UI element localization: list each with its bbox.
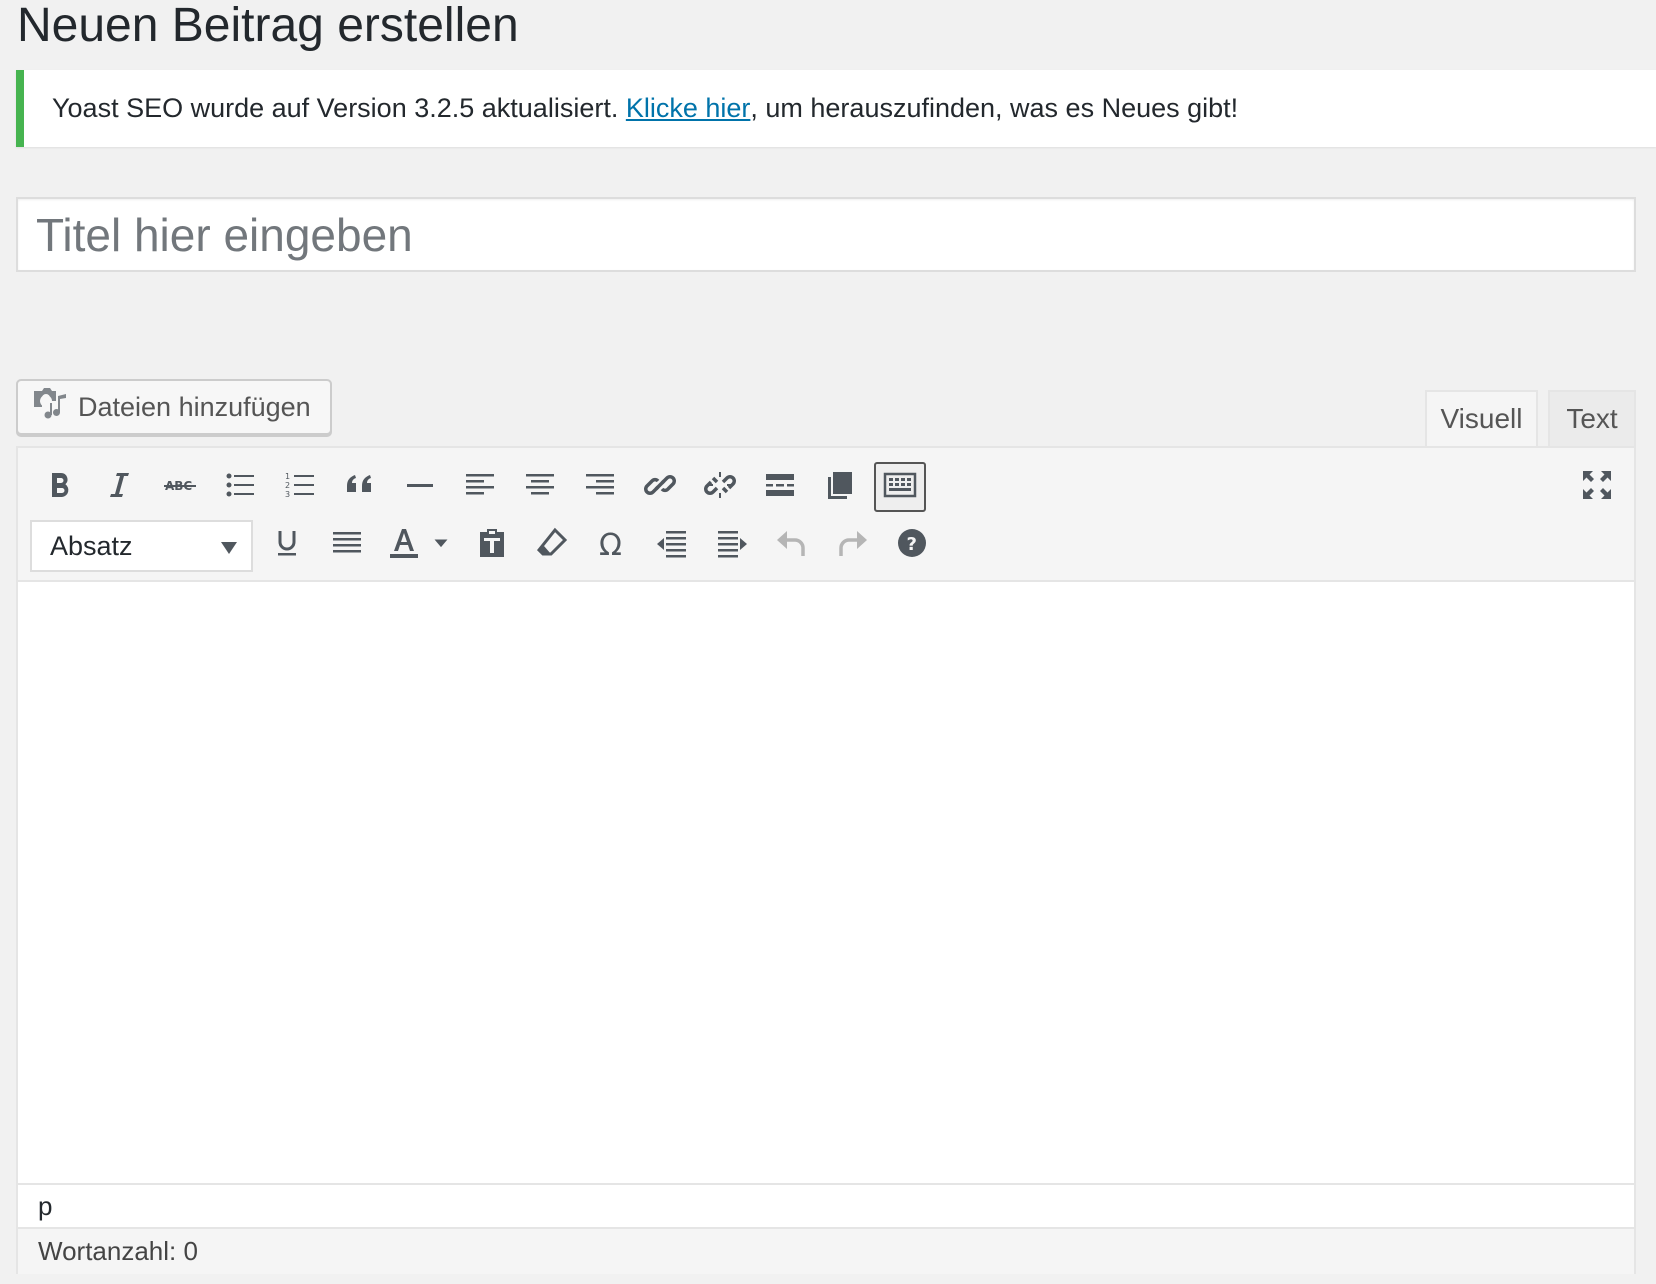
editor-container: ABC 123 Absatz Ω ? p Wortanzahl: 0 xyxy=(16,446,1636,1274)
help-button[interactable]: ? xyxy=(886,520,938,570)
post-title-input[interactable] xyxy=(18,199,1634,270)
insert-link-icon xyxy=(643,468,677,507)
svg-text:Ω: Ω xyxy=(599,528,622,560)
underline-button[interactable] xyxy=(261,520,313,570)
italic-button[interactable] xyxy=(94,462,146,512)
word-count: Wortanzahl: 0 xyxy=(18,1227,1634,1274)
remove-link-button[interactable] xyxy=(694,462,746,512)
paste-as-text-icon xyxy=(475,526,509,565)
format-select-value: Absatz xyxy=(50,530,133,561)
page-title: Neuen Beitrag erstellen xyxy=(17,0,519,52)
align-center-button[interactable] xyxy=(514,462,566,512)
title-field-wrapper xyxy=(16,197,1636,272)
align-right-button[interactable] xyxy=(574,462,626,512)
bullet-list-button[interactable] xyxy=(214,462,266,512)
svg-text:2: 2 xyxy=(285,481,290,490)
toolbar-toggle-icon xyxy=(883,468,917,507)
indent-button[interactable] xyxy=(706,520,758,570)
svg-text:1: 1 xyxy=(285,472,290,481)
clear-formatting-icon xyxy=(535,526,569,565)
strikethrough-button[interactable]: ABC xyxy=(154,462,206,512)
fullscreen-button[interactable] xyxy=(1571,462,1623,512)
add-media-label: Dateien hinzufügen xyxy=(78,391,311,422)
text-color-button[interactable] xyxy=(378,520,430,570)
text-color-icon xyxy=(387,526,421,565)
update-notice: Yoast SEO wurde auf Version 3.2.5 aktual… xyxy=(16,70,1656,147)
bold-icon xyxy=(43,468,77,507)
text-color-dropdown[interactable] xyxy=(426,520,456,570)
chevron-down-icon xyxy=(431,533,451,558)
paste-as-text-button[interactable] xyxy=(466,520,518,570)
numbered-list-button[interactable]: 123 xyxy=(274,462,326,512)
align-right-icon xyxy=(583,468,617,507)
paragraph-format-select[interactable]: Absatz xyxy=(30,520,253,572)
insert-link-button[interactable] xyxy=(634,462,686,512)
fullscreen-icon xyxy=(1580,468,1614,507)
clear-formatting-button[interactable] xyxy=(526,520,578,570)
add-media-button[interactable]: Dateien hinzufügen xyxy=(16,379,332,435)
editor-toolbar: ABC 123 Absatz Ω ? xyxy=(18,448,1634,582)
tab-text[interactable]: Text xyxy=(1548,390,1636,446)
notice-text-before: Yoast SEO wurde auf Version 3.2.5 aktual… xyxy=(52,93,626,123)
chevron-down-icon xyxy=(221,542,237,554)
horizontal-line-icon xyxy=(403,468,437,507)
help-icon: ? xyxy=(895,526,929,565)
strikethrough-icon: ABC xyxy=(163,468,197,507)
bullet-list-icon xyxy=(223,468,257,507)
underline-icon xyxy=(270,526,304,565)
redo-icon xyxy=(835,526,869,565)
editor-content-area[interactable] xyxy=(18,582,1634,1183)
notice-link[interactable]: Klicke hier xyxy=(626,93,751,124)
bold-button[interactable] xyxy=(34,462,86,512)
outdent-icon xyxy=(655,526,689,565)
align-center-icon xyxy=(523,468,557,507)
element-path[interactable]: p xyxy=(18,1183,1634,1227)
horizontal-line-button[interactable] xyxy=(394,462,446,512)
distraction-free-icon xyxy=(823,468,857,507)
special-character-button[interactable]: Ω xyxy=(586,520,638,570)
distraction-free-button[interactable] xyxy=(814,462,866,512)
toolbar-toggle-button[interactable] xyxy=(874,462,926,512)
italic-icon xyxy=(103,468,137,507)
indent-icon xyxy=(715,526,749,565)
blockquote-icon xyxy=(343,468,377,507)
blockquote-button[interactable] xyxy=(334,462,386,512)
svg-text:?: ? xyxy=(907,534,917,555)
special-character-icon: Ω xyxy=(595,526,629,565)
read-more-icon xyxy=(763,468,797,507)
outdent-button[interactable] xyxy=(646,520,698,570)
undo-icon xyxy=(775,526,809,565)
align-left-button[interactable] xyxy=(454,462,506,512)
notice-text-after: , um herauszufinden, was es Neues gibt! xyxy=(750,93,1239,123)
justify-button[interactable] xyxy=(321,520,373,570)
redo-button[interactable] xyxy=(826,520,878,570)
read-more-button[interactable] xyxy=(754,462,806,512)
numbered-list-icon: 123 xyxy=(283,468,317,507)
justify-icon xyxy=(330,526,364,565)
remove-link-icon xyxy=(703,468,737,507)
svg-text:3: 3 xyxy=(285,490,290,499)
undo-button[interactable] xyxy=(766,520,818,570)
add-media-icon xyxy=(32,387,68,428)
tab-visual[interactable]: Visuell xyxy=(1425,390,1538,446)
align-left-icon xyxy=(463,468,497,507)
